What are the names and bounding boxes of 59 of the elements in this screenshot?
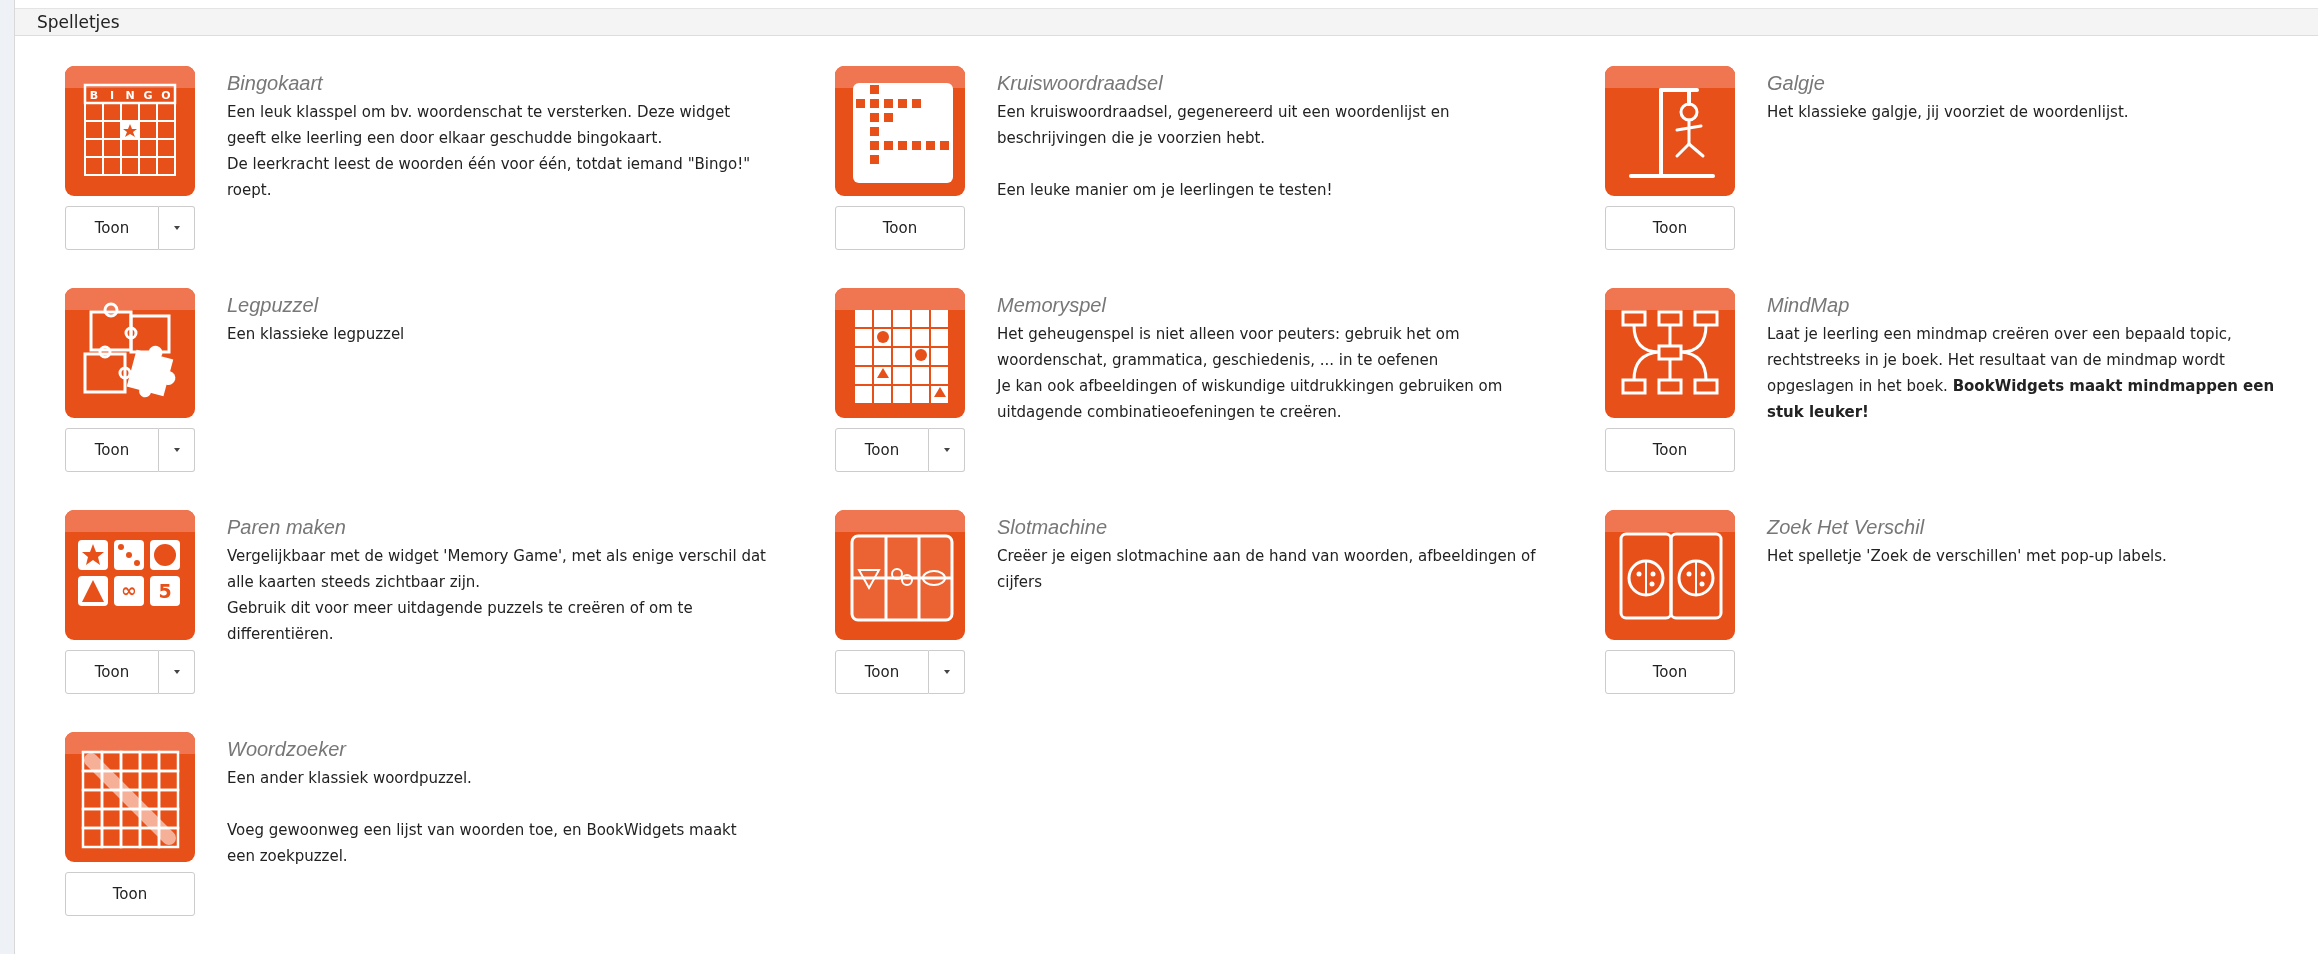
symbol-tile xyxy=(114,576,144,606)
widget-title: Bingokaart xyxy=(227,72,324,95)
dropdown-button[interactable] xyxy=(159,428,195,472)
show-button[interactable]: Toon xyxy=(1605,206,1735,250)
caret-icon xyxy=(173,448,180,452)
show-button[interactable]: Toon xyxy=(65,650,159,694)
icon-letter: ∞ xyxy=(121,579,137,601)
memory-grid-icon xyxy=(835,288,965,418)
widget-title: Kruiswoordraadsel xyxy=(997,72,1164,95)
widget-description: Het klassieke galgje, jij voorziet de woordenlijst. xyxy=(1767,102,2130,123)
widget-description: Een ander klassiek woordpuzzel. Voeg gewoonweg een lijst van woorden toe, en BookWidgets maakt een zoekpuzzel. xyxy=(227,768,738,867)
widget-title: Slotmachine xyxy=(997,516,1109,539)
widget-description: Vergelijkbaar met de widget 'Memory Game', met als enige verschil dat alle kaarten steeds zichtbaar zijn. Gebruik dit voor meer uitdagende puzzels te creëren of om te differentiëren. xyxy=(227,546,767,645)
mindmap-icon xyxy=(1605,288,1735,418)
dropdown-button[interactable] xyxy=(159,650,195,694)
symbol-tile xyxy=(150,576,180,606)
puzzle-pieces-icon xyxy=(65,288,195,418)
show-button[interactable]: Toon xyxy=(65,206,159,250)
star-icon xyxy=(122,122,138,138)
show-button[interactable]: Toon xyxy=(835,206,965,250)
show-button[interactable]: Toon xyxy=(65,872,195,916)
icon-letter: G xyxy=(143,89,153,102)
gallows-icon xyxy=(1605,66,1735,196)
caret-icon xyxy=(943,448,950,452)
show-button[interactable]: Toon xyxy=(1605,650,1735,694)
dropdown-button[interactable] xyxy=(159,206,195,250)
icon-letter: N xyxy=(125,89,135,102)
widget-title: Paren maken xyxy=(227,516,347,539)
widget-description: Een leuk klasspel om bv. woordenschat te versterken. Deze widget geeft elke leerling een door elkaar geschudde bingokaart. De leerkracht leest de woorden één voor één, totdat iemand "Bingo!" roept. xyxy=(227,102,752,201)
crossword-icon xyxy=(835,66,965,196)
widget-description: Creëer je eigen slotmachine aan de hand van woorden, afbeeldingen of cijfers xyxy=(997,546,1537,593)
widget-title: Legpuzzel xyxy=(227,294,320,317)
show-button[interactable]: Toon xyxy=(835,428,929,472)
widget-description: Het geheugenspel is niet alleen voor peuters: gebruik het om woordenschat, grammatica, geschiedenis, ... in te oefenen Je kan ook afbeeldingen of wiskundige uitdrukkingen gebruiken om uitdagende combinatieoefeningen te creëren. xyxy=(997,324,1504,423)
letter-grid-icon xyxy=(65,732,195,862)
widget-description: Een kruiswoordraadsel, gegenereerd uit een woordenlijst en beschrijvingen die je voorzien hebt. Een leuke manier om je leerlingen te testen! xyxy=(997,102,1451,201)
widget-title: MindMap xyxy=(1767,294,1851,317)
dropdown-button[interactable] xyxy=(929,428,965,472)
icon-letter: B xyxy=(89,89,99,102)
widget-title: Galgje xyxy=(1767,72,1826,95)
widget-title: Zoek Het Verschil xyxy=(1767,516,1926,539)
panel-title: Spelletjes xyxy=(37,12,120,32)
ladybugs-icon xyxy=(1605,510,1735,640)
widget-title: Woordzoeker xyxy=(227,738,348,761)
icon-letter: 5 xyxy=(158,580,172,602)
show-button[interactable]: Toon xyxy=(65,428,159,472)
slot-reels-icon xyxy=(835,510,965,640)
icon-letter: I xyxy=(109,89,115,102)
dropdown-button[interactable] xyxy=(929,650,965,694)
widget-description: Een klassieke legpuzzel xyxy=(227,324,406,345)
caret-icon xyxy=(943,670,950,674)
caret-icon xyxy=(173,670,180,674)
widget-description: Het spelletje 'Zoek de verschillen' met pop-up labels. xyxy=(1767,546,2168,567)
icon-letter: O xyxy=(161,89,171,102)
show-button[interactable]: Toon xyxy=(1605,428,1735,472)
show-button[interactable]: Toon xyxy=(835,650,929,694)
caret-icon xyxy=(173,226,180,230)
widget-title: Memoryspel xyxy=(997,294,1108,317)
widget-description: Laat je leerling een mindmap creëren over een bepaald topic, rechtstreeks in je boek. Het resultaat van de mindmap wordt opgeslagen in het boek. BookWidgets maakt mindmappen een stuk leuker! xyxy=(1767,324,2276,423)
